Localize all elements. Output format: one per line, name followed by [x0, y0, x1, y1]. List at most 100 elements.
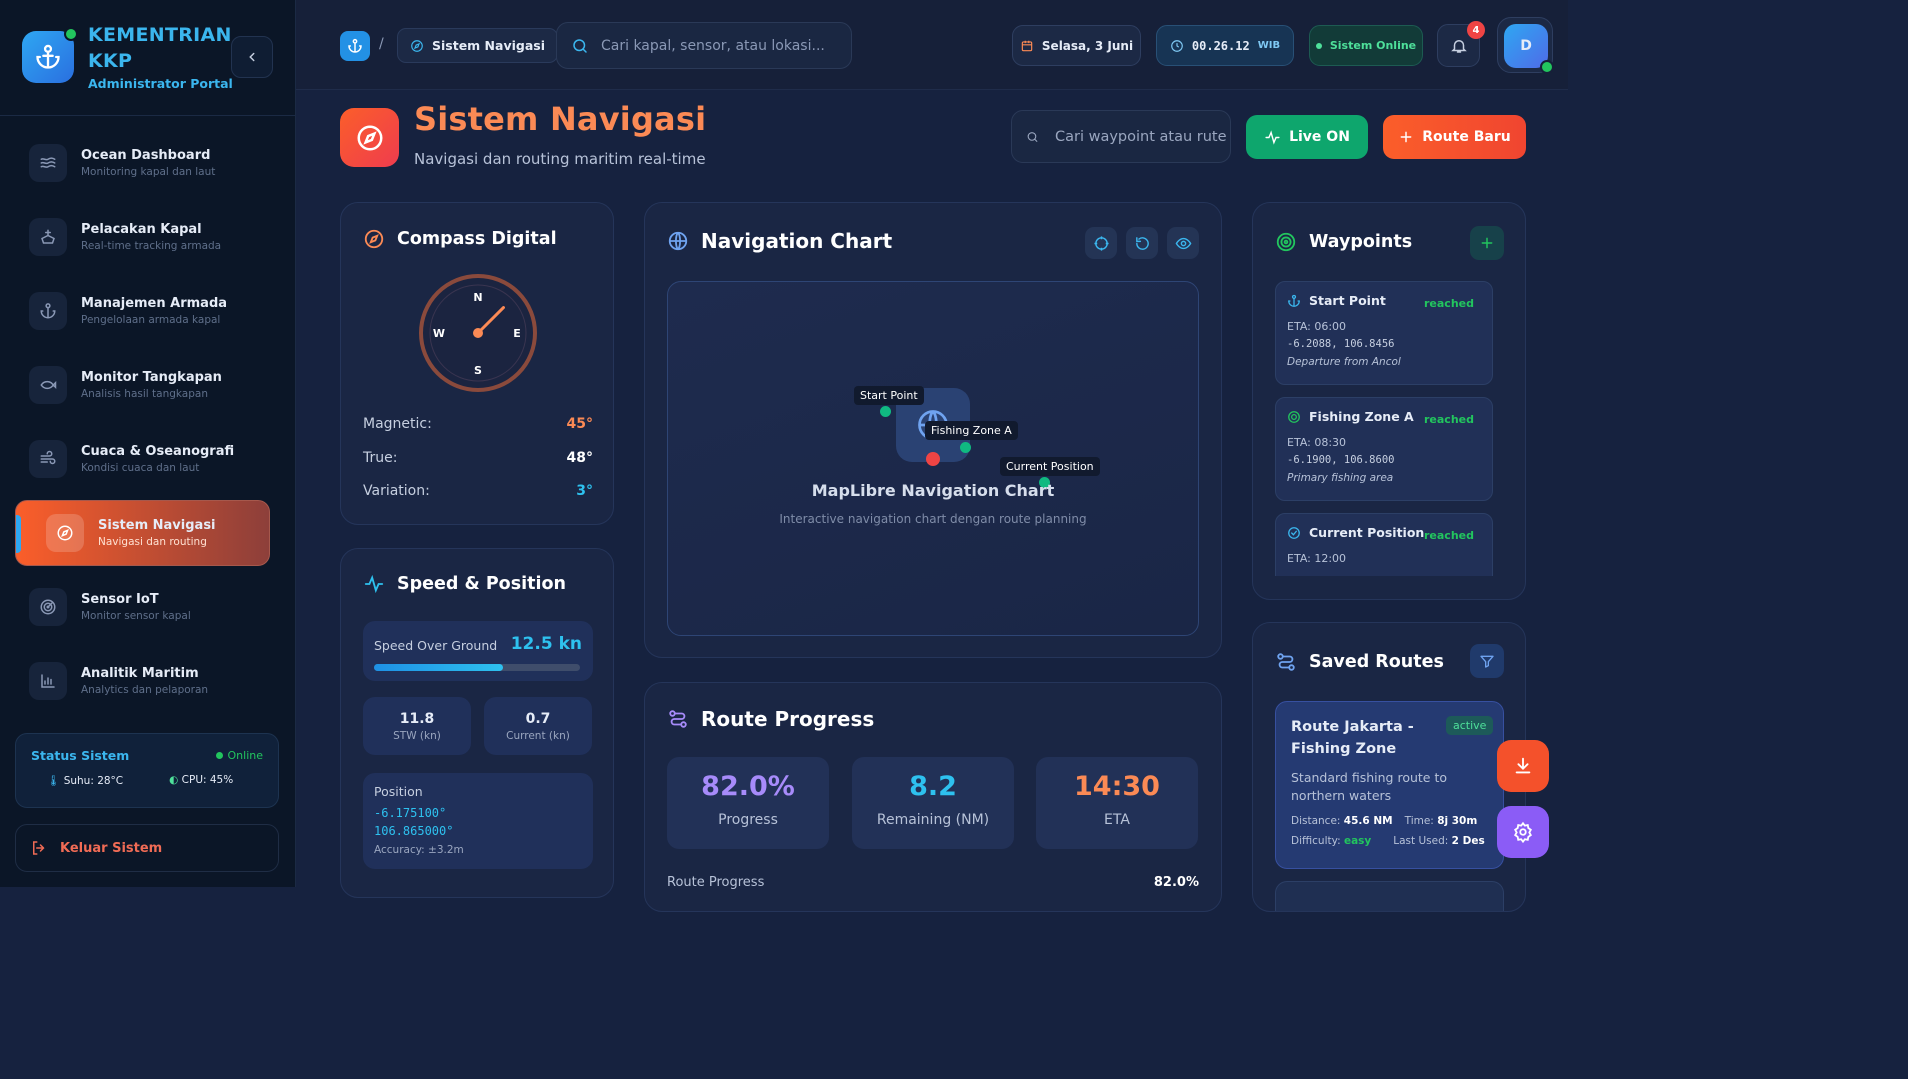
target-icon [1288, 410, 1300, 423]
breadcrumb-label: Sistem Navigasi [432, 38, 545, 53]
compass-title-text: Compass Digital [397, 229, 557, 249]
online-dot [1540, 60, 1554, 74]
compass-row-label: Magnetic: [363, 416, 432, 432]
current-value: 0.7 [525, 711, 551, 727]
saved-routes-card: Saved Routes Route Jakarta - Fishing Zon… [1252, 622, 1526, 912]
user-menu[interactable]: D [1497, 17, 1554, 74]
marker-vessel[interactable] [926, 452, 940, 466]
brand-title-1: KEMENTRIAN [88, 24, 232, 46]
current-box: 0.7 Current (kn) [484, 697, 592, 755]
waypoint-item[interactable]: Current Position reached ETA: 12:00 [1275, 513, 1493, 576]
waypoint-name: Current Position [1309, 525, 1425, 540]
waypoint-name: Fishing Zone A [1309, 409, 1414, 424]
home-button[interactable] [340, 31, 370, 61]
anchor-icon [29, 292, 67, 330]
route-progress-bar-label: Route Progress [667, 875, 765, 890]
logout-button[interactable]: Keluar Sistem [15, 824, 279, 872]
download-icon [1515, 757, 1531, 774]
waypoint-status: reached [1424, 297, 1474, 310]
breadcrumb[interactable]: Sistem Navigasi [397, 28, 558, 63]
waypoint-item[interactable]: Start Point reached ETA: 06:00 -6.2088, … [1275, 281, 1493, 385]
waypoint-search[interactable] [1011, 110, 1231, 163]
download-button[interactable] [1497, 740, 1549, 792]
accuracy-value: Accuracy: ±3.2m [374, 844, 464, 856]
activity-icon [1265, 129, 1280, 145]
sidebar-item-sub: Kondisi cuaca dan laut [81, 462, 200, 474]
rotate-icon [1135, 236, 1149, 250]
add-waypoint-button[interactable] [1470, 226, 1504, 260]
sidebar-item-monitor-tangkapan[interactable]: Monitor Tangkapan Analisis hasil tangkapa… [15, 352, 270, 418]
status-title: Status Sistem [31, 748, 130, 763]
sidebar-item-cuaca[interactable]: Cuaca & Oseanografi Kondisi cuaca dan lau… [15, 426, 270, 492]
radar-icon [29, 588, 67, 626]
waypoint-coords: -6.2088, 106.8456 [1287, 338, 1395, 350]
temperature-value: Suhu: 28°C [63, 775, 124, 787]
waypoint-desc: Primary fishing area [1287, 472, 1394, 484]
compass-s: S [474, 364, 482, 377]
sidebar-item-analitik-maritim[interactable]: Analitik Maritim Analytics dan pelaporan [15, 648, 270, 714]
waypoint-coords: -6.1900, 106.8600 [1287, 454, 1395, 466]
position-label: Position [374, 784, 423, 799]
route-progress-card: Route Progress 82.0% Progress 8.2 Remain… [644, 682, 1222, 912]
compass-row-label: True: [363, 450, 398, 466]
sidebar: KEMENTRIAN KKP Administrator Portal Ocea… [0, 0, 296, 887]
status-dot [1315, 42, 1322, 49]
compass-icon [340, 108, 399, 167]
waypoint-search-input[interactable] [1055, 128, 1230, 145]
thermometer-icon: 🌡︎ [47, 775, 61, 787]
brand: KEMENTRIAN KKP Administrator Portal [22, 22, 233, 91]
waypoint-list[interactable]: Start Point reached ETA: 06:00 -6.2088, … [1275, 281, 1493, 576]
sidebar-item-sub: Monitoring kapal dan laut [81, 166, 216, 178]
anchor-icon [348, 38, 362, 53]
waypoints-title: Waypoints [1275, 231, 1412, 253]
speed-position-card: Speed & Position Speed Over Ground 12.5 … [340, 548, 614, 898]
toggle-visibility-button[interactable] [1167, 227, 1199, 259]
navigation-map[interactable]: Start Point Fishing Zone A Current Posit… [667, 281, 1199, 636]
compass-row-variation: Variation: 3° [363, 483, 593, 499]
logout-label: Keluar Sistem [60, 840, 163, 856]
marker-fishing-zone[interactable] [960, 442, 971, 453]
sidebar-item-ocean-dashboard[interactable]: Ocean Dashboard Monitoring kapal dan laut [15, 130, 270, 196]
waves-icon [29, 144, 67, 182]
notifications-button[interactable]: 4 [1437, 21, 1485, 67]
reset-view-button[interactable] [1126, 227, 1158, 259]
saved-route-item[interactable] [1275, 881, 1504, 911]
sidebar-item-manajemen-armada[interactable]: Manajemen Armada Pengelolaan armada kapal [15, 278, 270, 344]
sidebar-item-pelacakan-kapal[interactable]: Pelacakan Kapal Real-time tracking armada [15, 204, 270, 270]
sidebar-item-sensor-iot[interactable]: Sensor IoT Monitor sensor kapal [15, 574, 270, 640]
sidebar-item-sub: Real-time tracking armada [81, 240, 222, 252]
global-search-input[interactable] [601, 37, 831, 54]
locate-button[interactable] [1085, 227, 1117, 259]
compass-e: E [513, 327, 521, 340]
sog-bar-fill [374, 664, 503, 671]
global-search[interactable] [556, 22, 852, 69]
waypoint-status: reached [1424, 529, 1474, 542]
speed-title-text: Speed & Position [397, 574, 566, 594]
cpu-value: CPU: 45% [181, 774, 234, 786]
compass-icon [364, 229, 384, 249]
temperature-readout: 🌡︎ Suhu: 28°C [47, 774, 123, 787]
settings-button[interactable] [1497, 806, 1549, 858]
sidebar-item-sub: Navigasi dan routing [98, 536, 207, 548]
sidebar-item-label: Analitik Maritim [81, 666, 199, 681]
divider [0, 115, 296, 116]
activity-icon [364, 574, 384, 594]
waypoint-eta: ETA: 12:00 [1287, 552, 1347, 565]
timezone-text: WIB [1257, 40, 1281, 51]
compass-icon [46, 514, 84, 552]
sidebar-item-label: Pelacakan Kapal [81, 222, 202, 237]
compass-w: W [433, 327, 445, 340]
saved-route-item[interactable]: Route Jakarta - Fishing Zone active Stan… [1275, 701, 1504, 869]
sidebar-item-sistem-navigasi[interactable]: Sistem Navigasi Navigasi dan routing [15, 500, 270, 566]
new-route-button[interactable]: Route Baru [1383, 115, 1526, 159]
filter-routes-button[interactable] [1470, 644, 1504, 678]
route-desc: Standard fishing route to northern water… [1291, 770, 1447, 803]
chevron-left-icon [249, 52, 255, 62]
gauge-icon: ◐ [169, 774, 179, 786]
waypoints-card: Waypoints Start Point reached ETA: 06:00… [1252, 202, 1526, 600]
waypoint-item[interactable]: Fishing Zone A reached ETA: 08:30 -6.190… [1275, 397, 1493, 501]
compass-row-true: True: 48° [363, 450, 593, 466]
live-toggle-button[interactable]: Live ON [1246, 115, 1368, 159]
collapse-sidebar-button[interactable] [231, 36, 273, 78]
marker-start[interactable] [880, 406, 891, 417]
